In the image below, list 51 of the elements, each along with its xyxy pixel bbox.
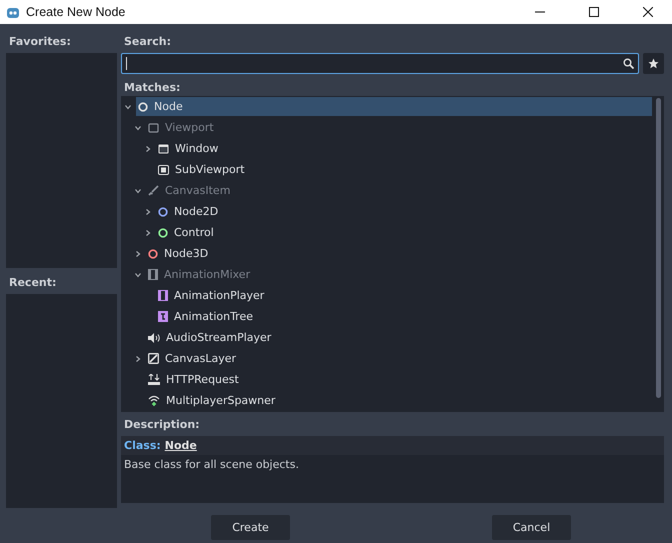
rectangle-icon — [148, 122, 159, 132]
tree-item[interactable]: AnimationPlayer — [156, 286, 652, 305]
chevron-right-icon[interactable] — [135, 250, 141, 256]
tree-item[interactable]: Node3D — [146, 244, 652, 263]
framed-square-icon — [158, 164, 169, 174]
favorites-label: Favorites: — [8, 34, 72, 50]
chevron-down-icon[interactable] — [135, 124, 141, 130]
search-label: Search: — [123, 34, 172, 50]
speaker-icon — [148, 332, 160, 342]
tree-item[interactable]: Viewport — [146, 118, 652, 137]
chevron-right-icon[interactable] — [145, 146, 151, 152]
close-icon — [643, 7, 653, 17]
description-text: Base class for all scene objects. — [123, 457, 300, 473]
chevron-right-icon[interactable] — [145, 230, 151, 236]
tree-item[interactable]: Node — [136, 97, 652, 116]
window-title: Create New Node — [26, 5, 126, 19]
tree-item[interactable]: AnimationMixer — [146, 265, 652, 284]
scrollbar[interactable] — [656, 98, 661, 398]
layer-icon — [148, 353, 159, 364]
star-icon — [648, 58, 659, 69]
tree-item[interactable]: MultiplayerSpawner — [146, 391, 652, 410]
tree-item[interactable]: Window — [156, 139, 652, 158]
favorite-button[interactable] — [643, 53, 664, 74]
tree-item[interactable]: Control — [156, 223, 652, 242]
app-logo-icon — [6, 5, 20, 19]
class-name-link[interactable]: Node — [164, 439, 197, 452]
chevron-right-icon[interactable] — [145, 208, 151, 214]
tree-item[interactable]: AnimationTree — [156, 307, 652, 326]
tree-item[interactable]: CanvasItem — [146, 181, 652, 200]
brush-icon — [148, 185, 159, 196]
chevron-right-icon[interactable] — [135, 356, 141, 362]
arrows-icon — [148, 374, 160, 385]
tree-item[interactable]: Node2D — [156, 202, 652, 221]
tree-item[interactable]: CanvasLayer — [146, 349, 652, 368]
chevron-down-icon[interactable] — [125, 104, 131, 110]
tree-item[interactable]: AudioStreamPlayer — [146, 328, 652, 347]
search-icon — [623, 58, 634, 69]
recent-label: Recent: — [8, 274, 58, 290]
tree-item[interactable]: SubViewport — [156, 160, 652, 179]
create-button[interactable]: Create — [211, 515, 290, 540]
window-icon — [158, 144, 169, 154]
maximize-icon — [589, 7, 599, 17]
search-field[interactable] — [121, 53, 639, 74]
class-label: Class: — [124, 439, 161, 452]
description-label: Description: — [123, 417, 201, 433]
matches-label: Matches: — [123, 80, 182, 96]
tree-item[interactable]: HTTPRequest — [146, 370, 652, 389]
wifi-icon — [148, 395, 160, 406]
chevron-down-icon[interactable] — [135, 188, 141, 194]
cancel-button[interactable]: Cancel — [492, 515, 571, 540]
chevron-down-icon[interactable] — [135, 272, 141, 278]
